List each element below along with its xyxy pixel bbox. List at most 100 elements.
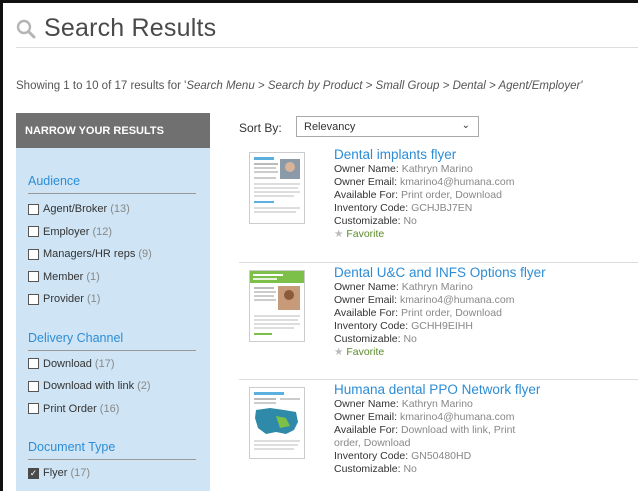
facet-member[interactable]: Member (1) bbox=[28, 266, 210, 289]
owner-name: Kathryn Marino bbox=[401, 163, 473, 175]
chevron-down-icon: ⌄ bbox=[461, 120, 470, 131]
facet-label: Member bbox=[43, 270, 84, 283]
facet-label: Download bbox=[43, 357, 92, 370]
star-icon: ★ bbox=[334, 228, 344, 240]
search-icon bbox=[16, 19, 36, 38]
owner-name: Kathryn Marino bbox=[401, 398, 473, 410]
result-divider bbox=[239, 379, 638, 380]
inventory-code: GN50480HD bbox=[411, 450, 472, 462]
customizable-value: No bbox=[403, 333, 417, 345]
result-divider bbox=[239, 262, 638, 263]
facet-label: Managers/HR reps bbox=[43, 248, 136, 261]
available-for-label: Available For: bbox=[334, 307, 399, 319]
facet-download[interactable]: Download (17) bbox=[28, 353, 210, 376]
facet-label: Print Order bbox=[43, 402, 97, 415]
facet-count: (2) bbox=[137, 380, 151, 393]
facet-flyer[interactable]: ✓ Flyer (17) bbox=[28, 462, 210, 485]
facet-group-document-type: Document Type bbox=[28, 440, 196, 460]
checkbox[interactable] bbox=[28, 203, 39, 215]
facet-managers-hr[interactable]: Managers/HR reps (9) bbox=[28, 243, 210, 266]
sort-select[interactable]: Relevancy ⌄ bbox=[296, 116, 479, 137]
favorite-label: Favorite bbox=[346, 346, 385, 358]
facet-group-audience: Audience bbox=[28, 174, 196, 194]
checkbox[interactable] bbox=[28, 248, 39, 260]
owner-email: kmarino4@humana.com bbox=[399, 294, 515, 306]
narrow-results-heading: NARROW YOUR RESULTS bbox=[16, 113, 210, 148]
star-icon: ★ bbox=[334, 346, 344, 358]
owner-name-label: Owner Name: bbox=[334, 163, 399, 175]
facet-label: Flyer bbox=[43, 467, 68, 480]
facet-count: (12) bbox=[92, 225, 113, 238]
facet-count: (13) bbox=[110, 203, 130, 216]
inventory-code-label: Inventory Code: bbox=[334, 202, 409, 214]
results-summary: Showing 1 to 10 of 17 results for 'Searc… bbox=[16, 80, 583, 92]
checkbox[interactable] bbox=[28, 271, 39, 283]
facet-count: (16) bbox=[99, 402, 120, 415]
owner-name-label: Owner Name: bbox=[334, 398, 399, 410]
facet-count: (17) bbox=[94, 357, 115, 370]
owner-email: kmarino4@humana.com bbox=[399, 411, 515, 423]
inventory-code-label: Inventory Code: bbox=[334, 450, 409, 462]
owner-email: kmarino4@humana.com bbox=[399, 176, 515, 188]
flyer-thumbnail[interactable] bbox=[249, 387, 305, 459]
result-title-link[interactable]: Dental U&C and INFS Options flyer bbox=[334, 264, 546, 281]
result-details: Dental U&C and INFS Options flyer Owner … bbox=[334, 264, 546, 359]
checkbox[interactable] bbox=[28, 293, 39, 305]
flyer-thumbnail[interactable] bbox=[249, 270, 305, 342]
result-item: Dental implants flyer Owner Name: Kathry… bbox=[239, 146, 638, 258]
available-for: Print order, Download bbox=[400, 307, 502, 319]
facet-count: (1) bbox=[86, 293, 101, 306]
facet-label: Employer bbox=[43, 225, 90, 238]
favorite-label: Favorite bbox=[346, 228, 385, 240]
inventory-code: GCHH9EIHH bbox=[411, 320, 473, 332]
result-item: Dental U&C and INFS Options flyer Owner … bbox=[239, 264, 638, 376]
customizable-label: Customizable: bbox=[334, 463, 401, 475]
facet-count: (9) bbox=[138, 248, 152, 261]
available-for: Print order, Download bbox=[400, 189, 502, 201]
result-details: Dental implants flyer Owner Name: Kathry… bbox=[334, 146, 514, 241]
result-details: Humana dental PPO Network flyer Owner Na… bbox=[334, 381, 540, 476]
favorite-toggle[interactable]: ★ Favorite bbox=[334, 346, 546, 359]
facet-agent-broker[interactable]: Agent/Broker (13) bbox=[28, 198, 210, 221]
page-title: Search Results bbox=[44, 14, 217, 42]
facet-count: (17) bbox=[70, 467, 91, 480]
checkbox[interactable] bbox=[28, 403, 39, 415]
inventory-code-label: Inventory Code: bbox=[334, 320, 409, 332]
sort-by-label: Sort By: bbox=[239, 121, 282, 135]
owner-name: Kathryn Marino bbox=[401, 281, 473, 293]
result-item: Humana dental PPO Network flyer Owner Na… bbox=[239, 381, 638, 491]
facet-count: (1) bbox=[86, 270, 100, 283]
favorite-toggle[interactable]: ★ Favorite bbox=[334, 228, 514, 241]
checkbox[interactable] bbox=[28, 358, 39, 370]
facet-label: Agent/Broker bbox=[43, 203, 108, 216]
results-summary-text: Showing 1 to 10 of 17 results for ' bbox=[16, 80, 187, 92]
title-divider bbox=[16, 47, 638, 48]
checkbox-checked[interactable]: ✓ bbox=[28, 467, 39, 479]
sort-selected-value: Relevancy bbox=[304, 120, 356, 133]
customizable-value: No bbox=[403, 463, 417, 475]
inventory-code: GCHJBJ7EN bbox=[411, 202, 473, 214]
available-for-label: Available For: bbox=[334, 189, 399, 201]
result-title-link[interactable]: Humana dental PPO Network flyer bbox=[334, 381, 540, 398]
narrow-results-panel: NARROW YOUR RESULTS Audience Agent/Broke… bbox=[16, 113, 210, 491]
window-top-border bbox=[0, 0, 638, 3]
window-left-border bbox=[0, 0, 3, 491]
available-for-label: Available For: bbox=[334, 424, 399, 436]
checkbox[interactable] bbox=[28, 380, 39, 392]
available-for-continued: order, Download bbox=[334, 437, 411, 449]
available-for: Download with link, Print bbox=[400, 424, 516, 436]
facet-employer[interactable]: Employer (12) bbox=[28, 221, 210, 244]
facet-provider[interactable]: Provider (1) bbox=[28, 288, 210, 311]
flyer-thumbnail[interactable] bbox=[249, 152, 305, 224]
facet-download-with-link[interactable]: Download with link (2) bbox=[28, 375, 210, 398]
owner-email-label: Owner Email: bbox=[334, 411, 398, 423]
customizable-label: Customizable: bbox=[334, 215, 401, 227]
search-breadcrumb: Search Menu > Search by Product > Small … bbox=[186, 80, 583, 92]
owner-email-label: Owner Email: bbox=[334, 294, 398, 306]
checkbox[interactable] bbox=[28, 226, 39, 238]
owner-email-label: Owner Email: bbox=[334, 176, 398, 188]
facet-group-delivery-channel: Delivery Channel bbox=[28, 331, 196, 351]
facet-print-order[interactable]: Print Order (16) bbox=[28, 398, 210, 421]
result-title-link[interactable]: Dental implants flyer bbox=[334, 146, 514, 163]
facet-label: Download with link bbox=[43, 380, 135, 393]
